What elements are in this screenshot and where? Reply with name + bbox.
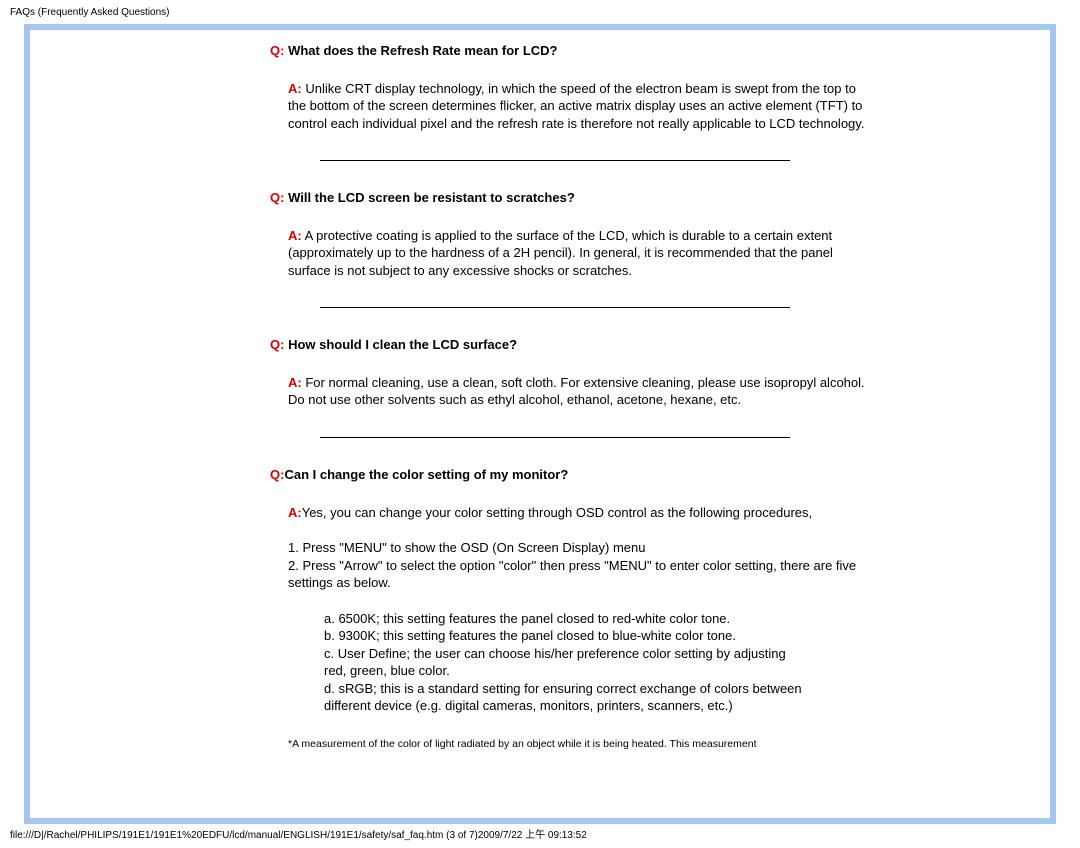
q-text: Will the LCD screen be resistant to scra… <box>284 190 574 205</box>
answer-block: A: Unlike CRT display technology, in whi… <box>288 80 870 133</box>
substep-line: c. User Define; the user can choose his/… <box>324 645 804 680</box>
substeps-block: a. 6500K; this setting features the pane… <box>324 610 804 715</box>
q-label: Q: <box>270 467 284 482</box>
q-text: Can I change the color setting of my mon… <box>284 467 568 482</box>
steps-block: 1. Press "MENU" to show the OSD (On Scre… <box>288 539 870 592</box>
a-text: A protective coating is applied to the s… <box>288 228 833 278</box>
separator <box>320 307 790 308</box>
q-label: Q: <box>270 190 284 205</box>
a-text: Unlike CRT display technology, in which … <box>288 81 864 131</box>
faq-item-color-setting: Q:Can I change the color setting of my m… <box>270 466 870 751</box>
a-label: A: <box>288 375 302 390</box>
a-label: A: <box>288 228 302 243</box>
separator <box>320 437 790 438</box>
faq-item-refresh-rate: Q: What does the Refresh Rate mean for L… <box>270 42 870 132</box>
answer-block: A:Yes, you can change your color setting… <box>288 504 870 715</box>
faq-item-clean: Q: How should I clean the LCD surface? A… <box>270 336 870 409</box>
step-line: 1. Press "MENU" to show the OSD (On Scre… <box>288 539 870 557</box>
q-label: Q: <box>270 337 284 352</box>
substep-line: d. sRGB; this is a standard setting for … <box>324 680 804 715</box>
footnote: *A measurement of the color of light rad… <box>288 737 870 751</box>
substep-line: a. 6500K; this setting features the pane… <box>324 610 804 628</box>
q-text: What does the Refresh Rate mean for LCD? <box>284 43 557 58</box>
a-text: For normal cleaning, use a clean, soft c… <box>288 375 865 408</box>
step-line: 2. Press "Arrow" to select the option "c… <box>288 557 870 592</box>
outer-frame: Q: What does the Refresh Rate mean for L… <box>24 24 1056 824</box>
page-header-note: FAQs (Frequently Asked Questions) <box>10 6 170 20</box>
separator <box>320 160 790 161</box>
page-root: FAQs (Frequently Asked Questions) Q: Wha… <box>0 0 1080 848</box>
q-label: Q: <box>270 43 284 58</box>
inner-panel: Q: What does the Refresh Rate mean for L… <box>30 30 1050 818</box>
a-label: A: <box>288 81 302 96</box>
answer-block: A: For normal cleaning, use a clean, sof… <box>288 374 870 409</box>
a-label: A: <box>288 505 302 520</box>
a-text: Yes, you can change your color setting t… <box>302 505 812 520</box>
substep-line: b. 9300K; this setting features the pane… <box>324 627 804 645</box>
faq-item-scratches: Q: Will the LCD screen be resistant to s… <box>270 189 870 279</box>
answer-block: A: A protective coating is applied to th… <box>288 227 870 280</box>
page-footer-path: file:///D|/Rachel/PHILIPS/191E1/191E1%20… <box>10 829 587 843</box>
q-text: How should I clean the LCD surface? <box>284 337 517 352</box>
faq-content: Q: What does the Refresh Rate mean for L… <box>270 42 870 751</box>
